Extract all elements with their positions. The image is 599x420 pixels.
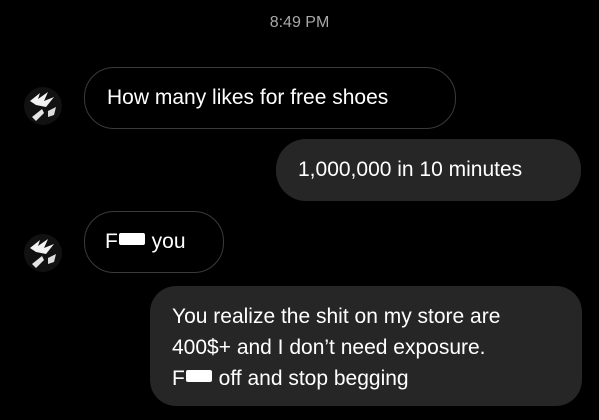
message-text-prefix: F: [105, 230, 118, 253]
message-text-line: You realize the shit on my store are: [172, 305, 501, 328]
message-text-line: F off and stop begging: [172, 363, 582, 394]
message-text-line: 400$+ and I don’t need exposure.: [172, 336, 486, 359]
message-text-suffix: you: [145, 230, 186, 253]
message-text-suffix: off and stop begging: [212, 367, 409, 390]
censor-bar: [185, 370, 212, 382]
avatar-image: [24, 234, 62, 272]
sender-avatar[interactable]: [24, 87, 62, 125]
sender-avatar[interactable]: [24, 234, 62, 272]
censor-bar: [118, 233, 145, 245]
incoming-message-bubble[interactable]: How many likes for free shoes: [84, 67, 456, 129]
message-text: How many likes for free shoes: [107, 86, 389, 109]
outgoing-message-bubble[interactable]: You realize the shit on my store are 400…: [150, 286, 582, 406]
incoming-message-bubble[interactable]: F you: [84, 211, 224, 273]
message-text: 1,000,000 in 10 minutes: [298, 158, 523, 181]
avatar-image: [24, 87, 62, 125]
message-timestamp: 8:49 PM: [269, 14, 330, 31]
message-text-prefix: F: [172, 367, 185, 390]
outgoing-message-bubble[interactable]: 1,000,000 in 10 minutes: [276, 139, 581, 201]
